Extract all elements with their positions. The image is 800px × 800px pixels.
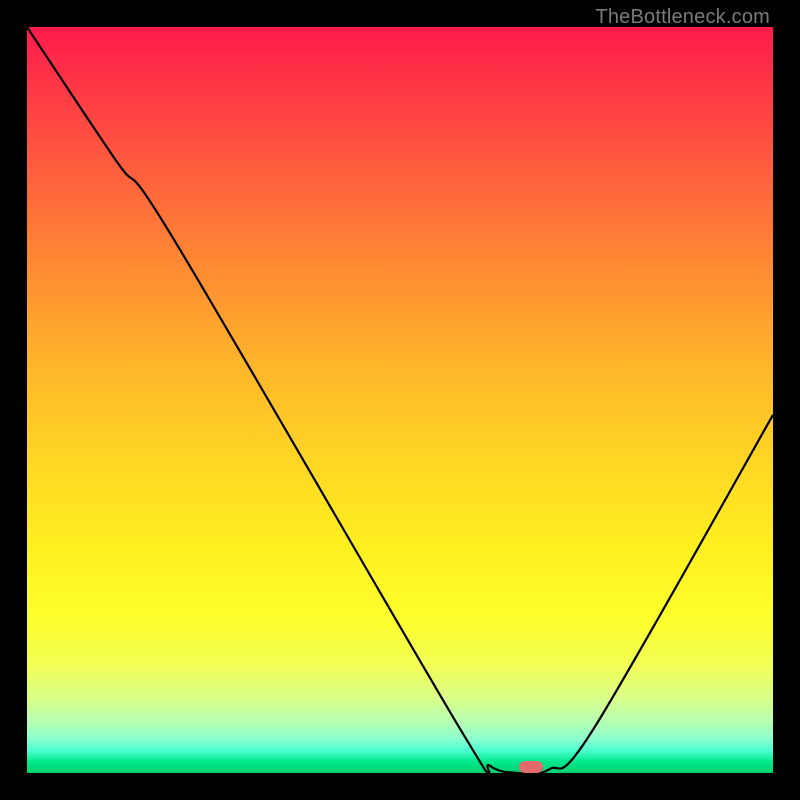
watermark-text: TheBottleneck.com [595,6,770,29]
plot-area [27,27,773,773]
curve-path [27,27,773,773]
optimal-marker [519,761,543,773]
bottleneck-curve [27,27,773,773]
